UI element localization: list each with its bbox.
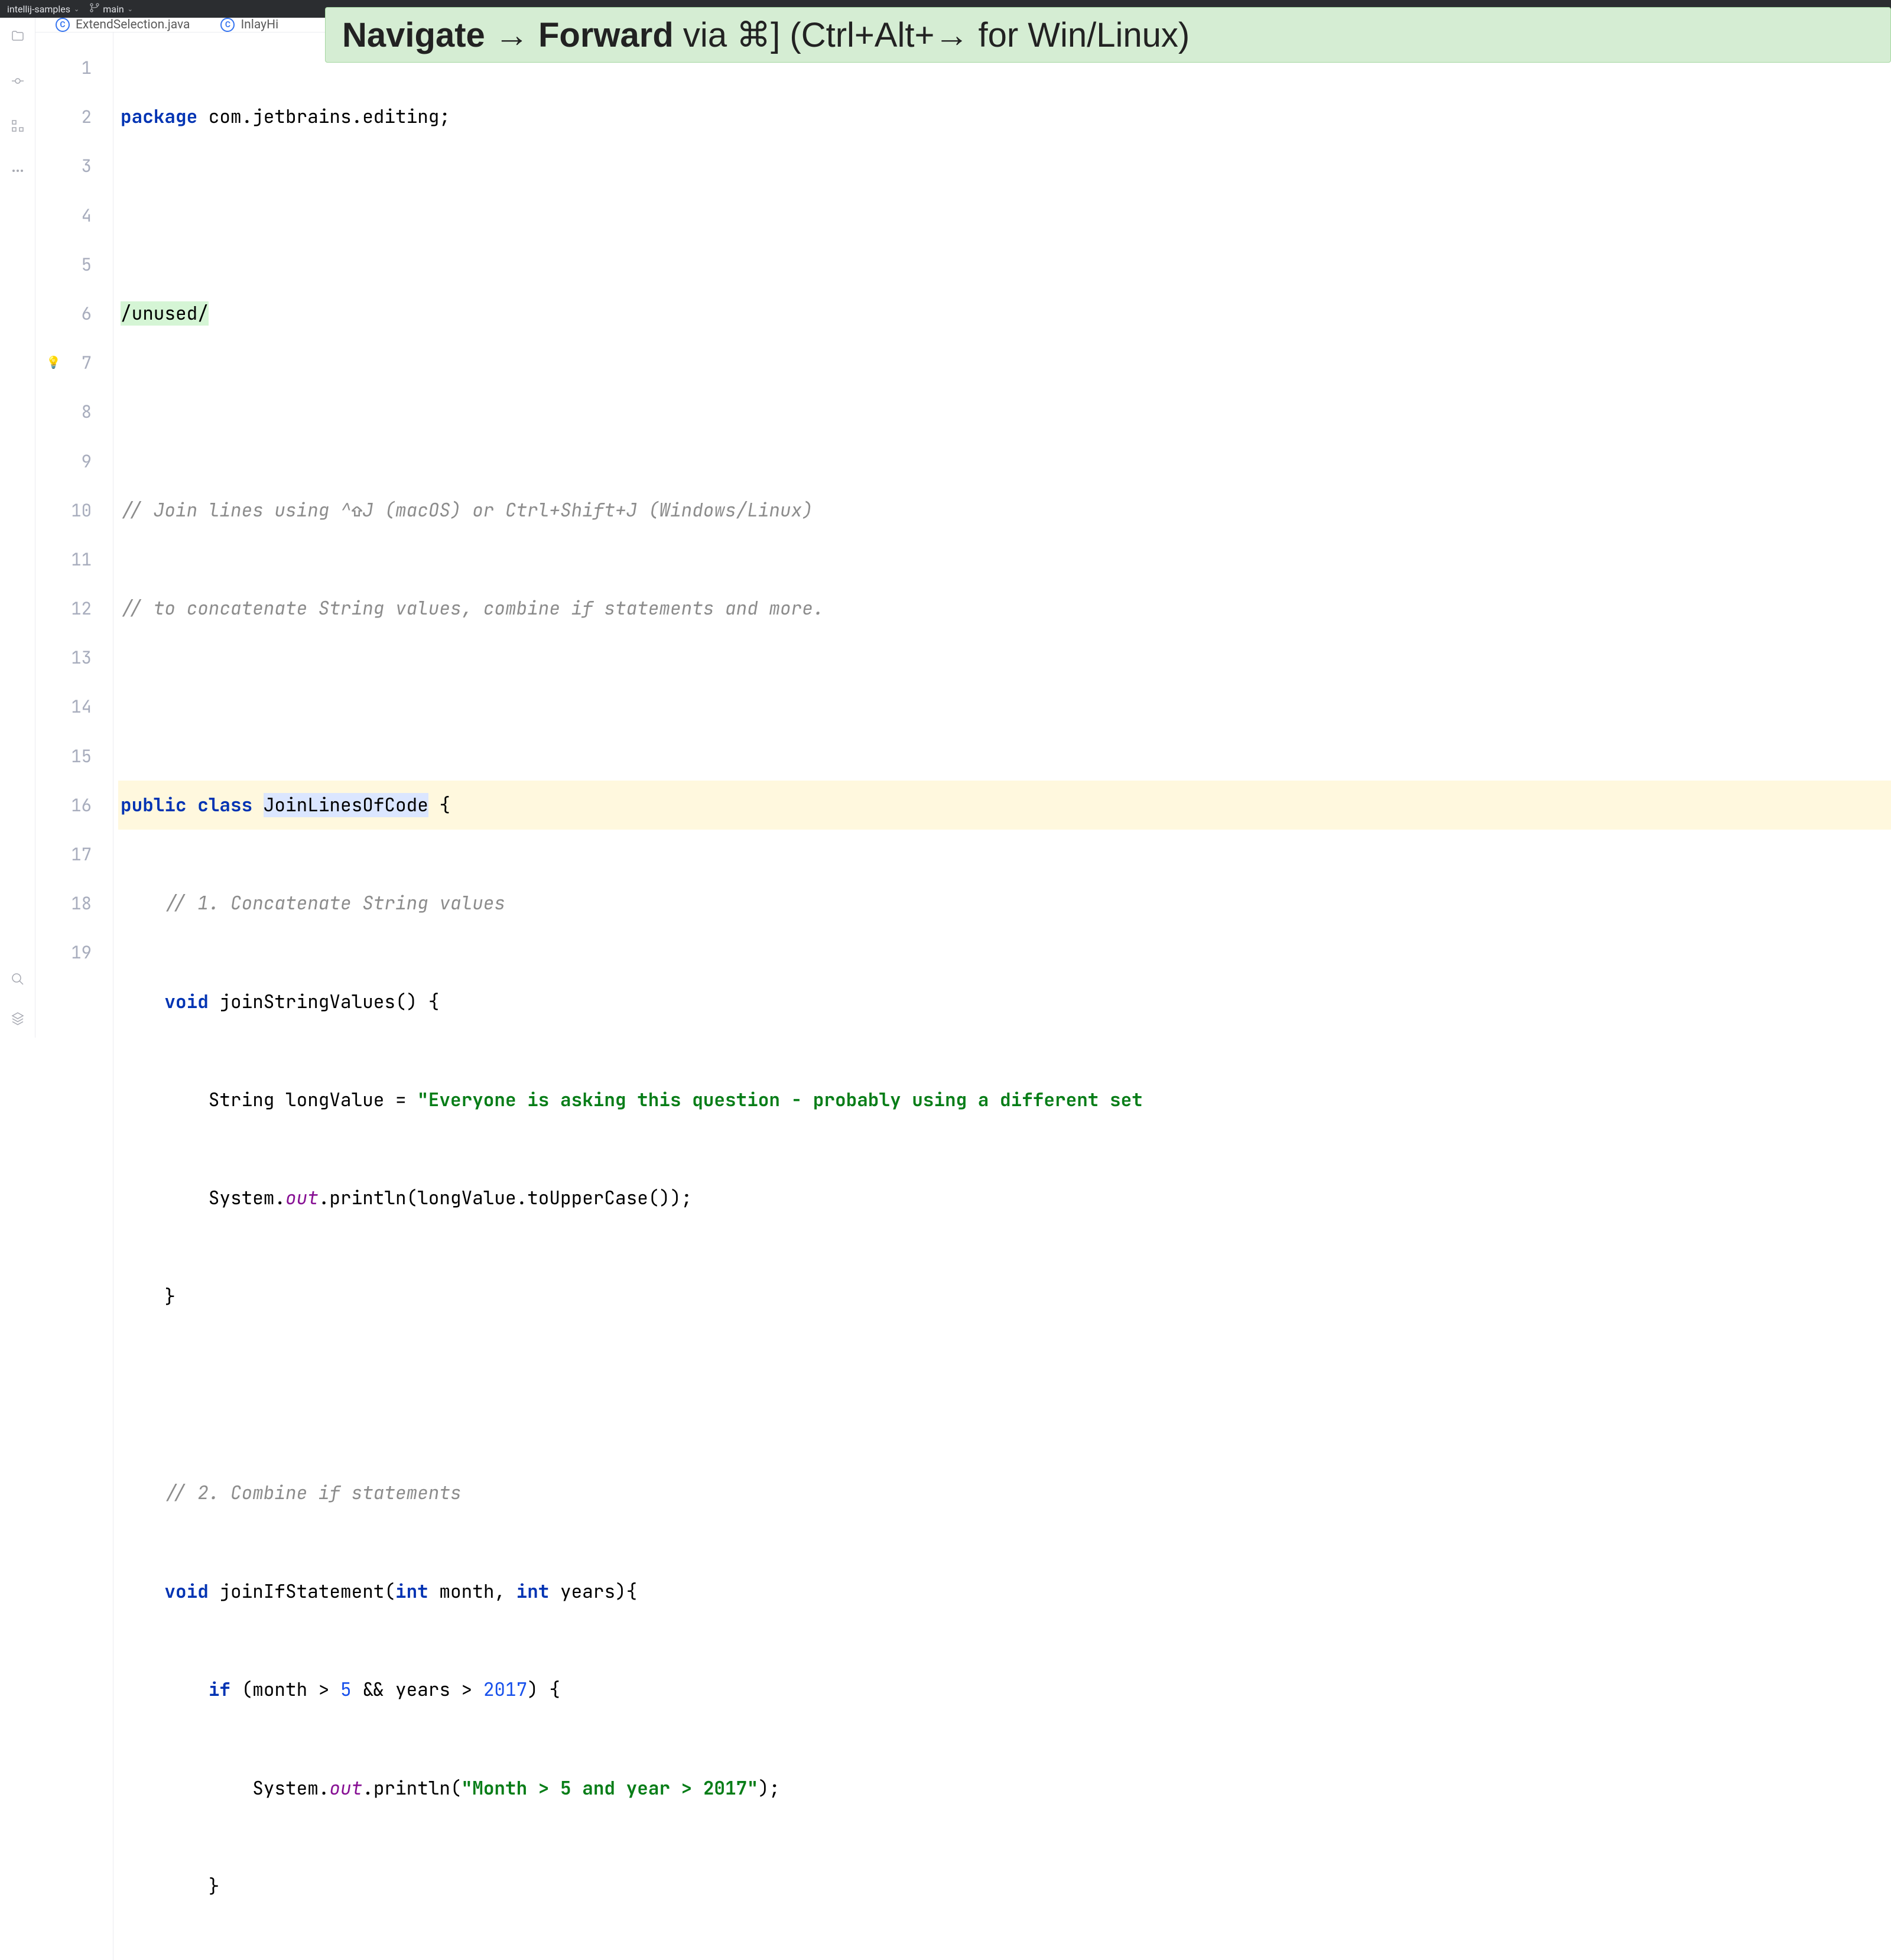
tab-label: InlayHi	[241, 18, 278, 32]
commit-tool-icon[interactable]	[10, 73, 25, 89]
gutter-line-numbers: 123 456 789 101112 131415 161718 19	[35, 32, 113, 1960]
project-tool-icon[interactable]	[10, 28, 25, 44]
intention-bulb-icon[interactable]: 💡	[46, 350, 61, 375]
structure-tool-icon[interactable]	[10, 118, 25, 134]
code-editor[interactable]: 123 456 789 101112 131415 161718 19 💡 pa…	[35, 32, 1891, 1960]
tab-inlay-hints[interactable]: C InlayHi	[206, 18, 293, 32]
chevron-down-icon: ⌄	[128, 5, 133, 13]
tab-extend-selection[interactable]: C ExtendSelection.java	[41, 18, 204, 32]
java-class-icon: C	[220, 18, 235, 32]
editor-wrap: C ExtendSelection.java C InlayHi 123 456…	[35, 18, 1891, 1038]
chevron-down-icon: ⌄	[74, 5, 79, 13]
main-area: C ExtendSelection.java C InlayHi 123 456…	[0, 18, 1891, 1038]
layers-icon[interactable]	[10, 1010, 25, 1026]
tip-overlay: Navigate → Forward via ⌘] (Ctrl+Alt+→ fo…	[325, 7, 1891, 63]
tip-shortcut: via ⌘] (Ctrl+Alt+→ for Win/Linux)	[674, 16, 1190, 54]
tool-window-bar	[0, 18, 35, 1038]
java-class-icon: C	[56, 18, 70, 32]
tab-label: ExtendSelection.java	[76, 18, 190, 32]
code-area[interactable]: package com.jetbrains.editing; /unused/ …	[113, 32, 1891, 1960]
branch-selector[interactable]: main ⌄	[90, 3, 133, 15]
branch-name: main	[103, 4, 124, 15]
more-tool-icon[interactable]	[10, 163, 25, 178]
search-icon[interactable]	[10, 971, 25, 987]
project-selector[interactable]: intellij-samples ⌄	[7, 4, 79, 15]
project-name: intellij-samples	[7, 4, 70, 15]
branch-icon	[90, 3, 99, 15]
tip-action: Navigate → Forward	[342, 16, 674, 54]
